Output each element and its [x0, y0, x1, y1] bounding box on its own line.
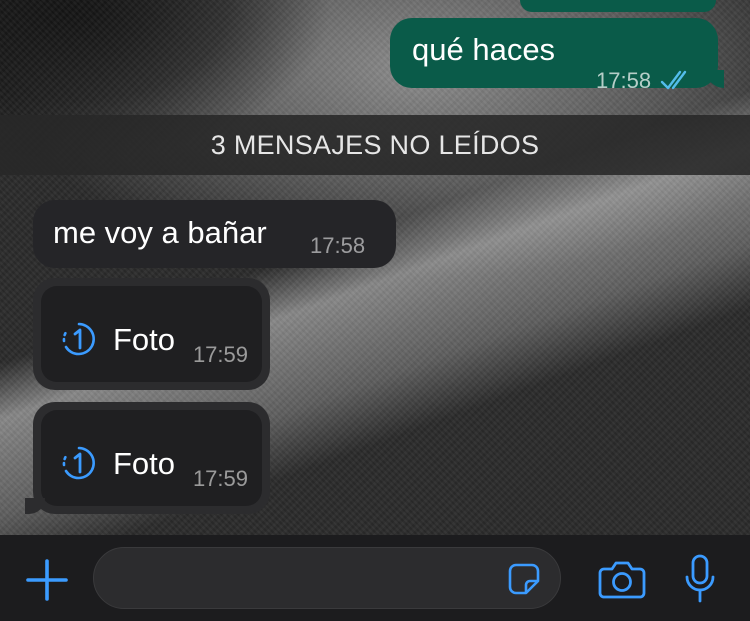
message-time: 17:59 — [192, 466, 248, 491]
message-composer — [0, 535, 750, 621]
message-time: 17:58 — [310, 233, 366, 258]
chat-background: qué haces 17:58 3 MENSAJES NO LEÍDOS me … — [0, 0, 750, 535]
camera-icon[interactable] — [598, 559, 646, 599]
outgoing-message[interactable]: qué haces 17:58 — [390, 18, 724, 93]
microphone-icon[interactable] — [683, 553, 717, 605]
sticker-icon[interactable] — [506, 561, 542, 597]
photo-label: Foto — [113, 446, 176, 481]
previous-outgoing-bubble-edge — [520, 0, 716, 12]
view-once-icon — [62, 322, 95, 356]
view-once-icon — [62, 446, 95, 480]
photo-bubble-inner: Foto 17:59 — [41, 286, 262, 382]
photo-bubble-inner: Foto 17:59 — [41, 410, 262, 506]
message-time: 17:58 — [596, 68, 652, 93]
plus-icon[interactable] — [24, 557, 70, 603]
message-time: 17:59 — [192, 342, 248, 367]
view-once-photo-message[interactable]: Foto 17:59 — [25, 402, 270, 514]
message-input[interactable] — [93, 547, 561, 609]
view-once-photo-message[interactable]: Foto 17:59 — [33, 278, 270, 390]
message-text: me voy a bañar — [53, 215, 267, 250]
message-text: qué haces — [412, 32, 556, 67]
double-check-read-icon — [660, 70, 687, 90]
unread-divider: 3 MENSAJES NO LEÍDOS — [0, 115, 750, 175]
photo-label: Foto — [113, 322, 176, 357]
incoming-message[interactable]: me voy a bañar 17:58 — [33, 200, 396, 268]
